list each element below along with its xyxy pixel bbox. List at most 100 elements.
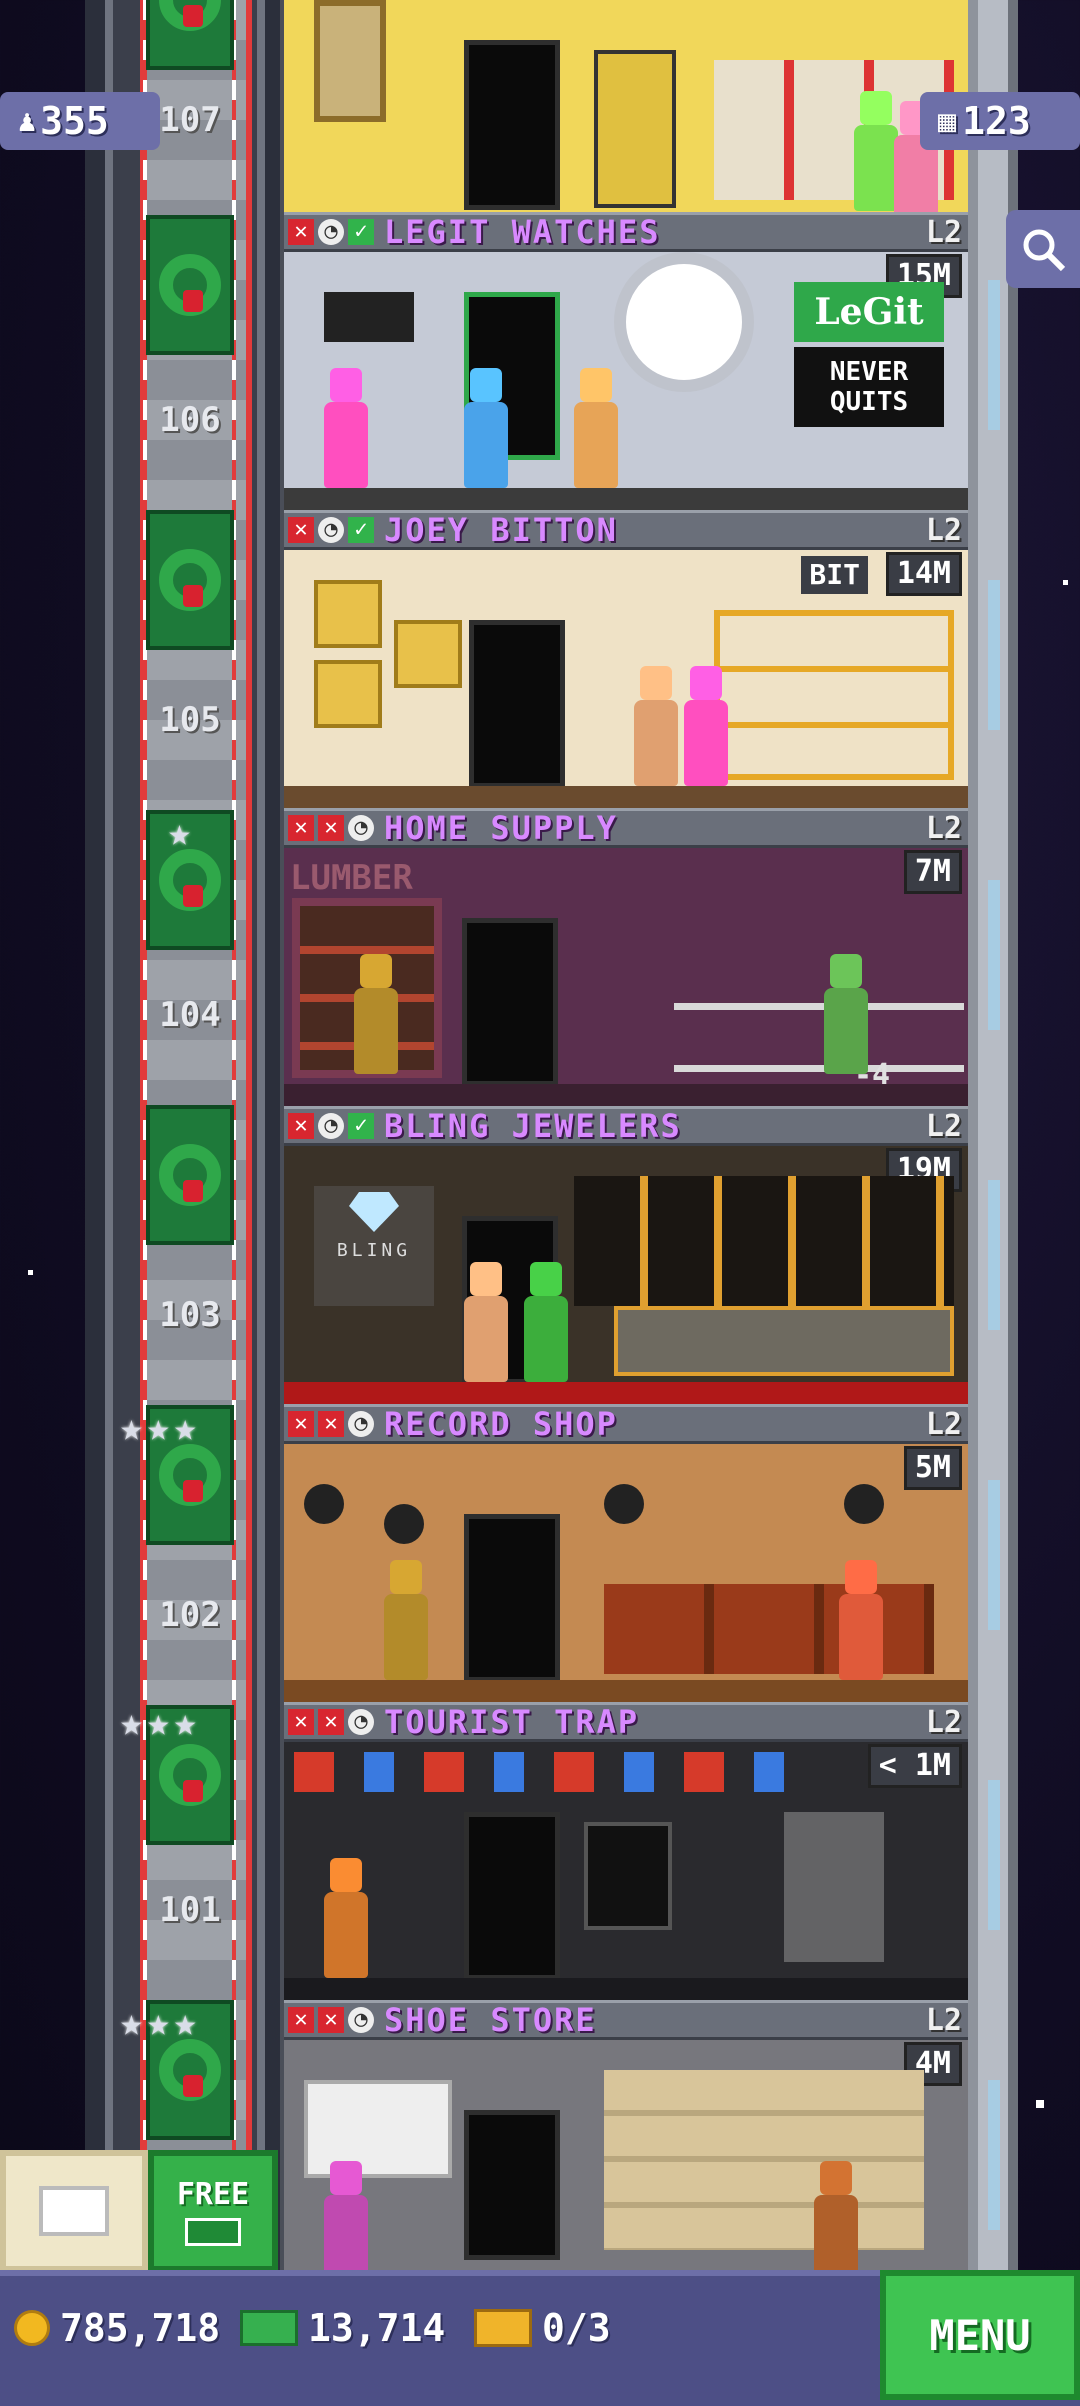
poster [314, 0, 386, 122]
person-icon: ♟ [18, 103, 37, 139]
box-icon [39, 2186, 109, 2236]
person-sprite[interactable] [684, 700, 728, 786]
record-icon [384, 1504, 424, 1544]
display-case [784, 1812, 884, 1962]
elevator-car[interactable] [146, 1105, 234, 1245]
floor-base [284, 1680, 968, 1702]
person-sprite[interactable] [634, 700, 678, 786]
bux-display[interactable]: 13,714 [240, 2306, 445, 2350]
person-sprite[interactable] [384, 1594, 428, 1680]
floor-income: 7M [903, 850, 962, 894]
building-icon: ▦ [938, 103, 957, 139]
elevator-floor-label: 103 [159, 1295, 221, 1335]
floor-header: ✕ ◔ ✓ JOEY BITTON L2 [284, 510, 968, 550]
floor-joey-bitton[interactable]: ✕ ◔ ✓ JOEY BITTON L2 BIT 14M [284, 510, 968, 808]
floor-name: LEGIT WATCHES [384, 213, 661, 251]
floor-legit-watches[interactable]: ✕ ◔ ✓ LEGIT WATCHES L2 15M LeGit NEVER Q… [284, 212, 968, 510]
elevator-floor-label: 106 [159, 400, 221, 440]
person-sprite[interactable] [464, 1296, 508, 1382]
person-sprite[interactable] [324, 402, 368, 488]
elevator-floor-label: 101 [159, 1890, 221, 1930]
wall-frame [314, 580, 382, 648]
person-sprite[interactable] [324, 1892, 368, 1978]
floor-income: 5M [903, 1446, 962, 1490]
inventory-box-button[interactable] [0, 2150, 148, 2272]
person-sprite[interactable] [839, 1594, 883, 1680]
door [464, 1514, 560, 1682]
door [469, 620, 565, 788]
x-icon: ✕ [288, 517, 314, 543]
free-bux-button[interactable]: FREE [148, 2150, 278, 2272]
slogan-line-1: NEVER [829, 357, 909, 387]
elevator-car[interactable] [146, 215, 234, 355]
shoe-poster [304, 2080, 452, 2178]
floors-count: 123 [962, 99, 1031, 143]
clock-icon: ◔ [348, 1411, 374, 1437]
floor-room[interactable]: < 1M [284, 1742, 968, 2000]
record-bins [604, 1584, 934, 1674]
elevator-star-rating: ★ [168, 810, 191, 854]
coins-display[interactable]: 785,718 [14, 2306, 220, 2350]
clock-icon: ◔ [318, 219, 344, 245]
shoe-shelves [604, 2070, 924, 2250]
person-sprite[interactable] [854, 125, 898, 211]
magnifier-icon [1023, 229, 1066, 272]
door [464, 40, 560, 210]
person-sprite[interactable] [324, 2195, 368, 2281]
wall-window [988, 1180, 1000, 1330]
record-icon [844, 1484, 884, 1524]
elevator-car[interactable] [146, 510, 234, 650]
floor-home-supply[interactable]: ✕ ✕ ◔ HOME SUPPLY L2 7M LUMBER -4 [284, 808, 968, 1106]
floor-record-shop[interactable]: ✕ ✕ ◔ RECORD SHOP L2 5M [284, 1404, 968, 1702]
wall-frame [394, 620, 462, 688]
door [464, 2110, 560, 2260]
person-sprite[interactable] [524, 1296, 568, 1382]
person-sprite[interactable] [814, 2195, 858, 2281]
search-button[interactable] [1006, 210, 1080, 288]
menu-button[interactable]: MENU [880, 2270, 1080, 2400]
elevator-star-rating: ★ ★ ★ [120, 2000, 197, 2044]
wreath-icon [159, 1144, 221, 1206]
star [1036, 2100, 1044, 2108]
floor-level: L2 [925, 2002, 962, 2038]
floor-tourist-trap[interactable]: ✕ ✕ ◔ TOURIST TRAP L2 < 1M [284, 1702, 968, 2000]
floor-level: L2 [925, 1406, 962, 1442]
star [28, 1270, 33, 1275]
wall-window [988, 2080, 1000, 2230]
residents-counter[interactable]: ♟ 355 [0, 92, 160, 150]
wall-frame [314, 660, 382, 728]
wall-window [988, 580, 1000, 730]
tickets-display[interactable]: 0/3 [474, 2306, 611, 2350]
floor-level: L2 [925, 512, 962, 548]
floor-name: BLING JEWELERS [384, 1107, 682, 1145]
door [464, 1812, 560, 1980]
floor-base [284, 1084, 968, 1106]
person-sprite[interactable] [354, 988, 398, 1074]
clock-icon: ◔ [318, 1113, 344, 1139]
floor-shoe-store[interactable]: ✕ ✕ ◔ SHOE STORE L2 4M [284, 2000, 968, 2281]
wreath-icon [159, 549, 221, 611]
vending-machine [594, 50, 676, 208]
wall-window [988, 1780, 1000, 1930]
floor-room[interactable]: 19M BLING [284, 1146, 968, 1404]
person-sprite[interactable] [574, 402, 618, 488]
floor-room[interactable]: 5M [284, 1444, 968, 1702]
floor-income: < 1M [867, 1744, 962, 1788]
bux-count: 13,714 [308, 2306, 446, 2350]
floor-room[interactable]: 4M [284, 2040, 968, 2281]
elevator-floor-label: 104 [159, 995, 221, 1035]
floor-room[interactable]: 7M LUMBER -4 [284, 848, 968, 1106]
floors-counter[interactable]: ▦ 123 [920, 92, 1080, 150]
elevator-star-rating: ★ ★ ★ [120, 1405, 197, 1449]
floor-room[interactable]: BIT 14M [284, 550, 968, 808]
floor-partial-top[interactable] [284, 0, 968, 221]
person-sprite[interactable] [464, 402, 508, 488]
floor-name: SHOE STORE [384, 2001, 597, 2039]
x-icon: ✕ [318, 2007, 344, 2033]
tool-shelves [674, 948, 964, 1078]
floor-bling-jewelers[interactable]: ✕ ◔ ✓ BLING JEWELERS L2 19M BLING [284, 1106, 968, 1404]
floor-base [284, 1382, 968, 1404]
floor-room[interactable]: 15M LeGit NEVER QUITS [284, 252, 968, 510]
wreath-icon [159, 1744, 221, 1806]
floor-name: HOME SUPPLY [384, 809, 618, 847]
